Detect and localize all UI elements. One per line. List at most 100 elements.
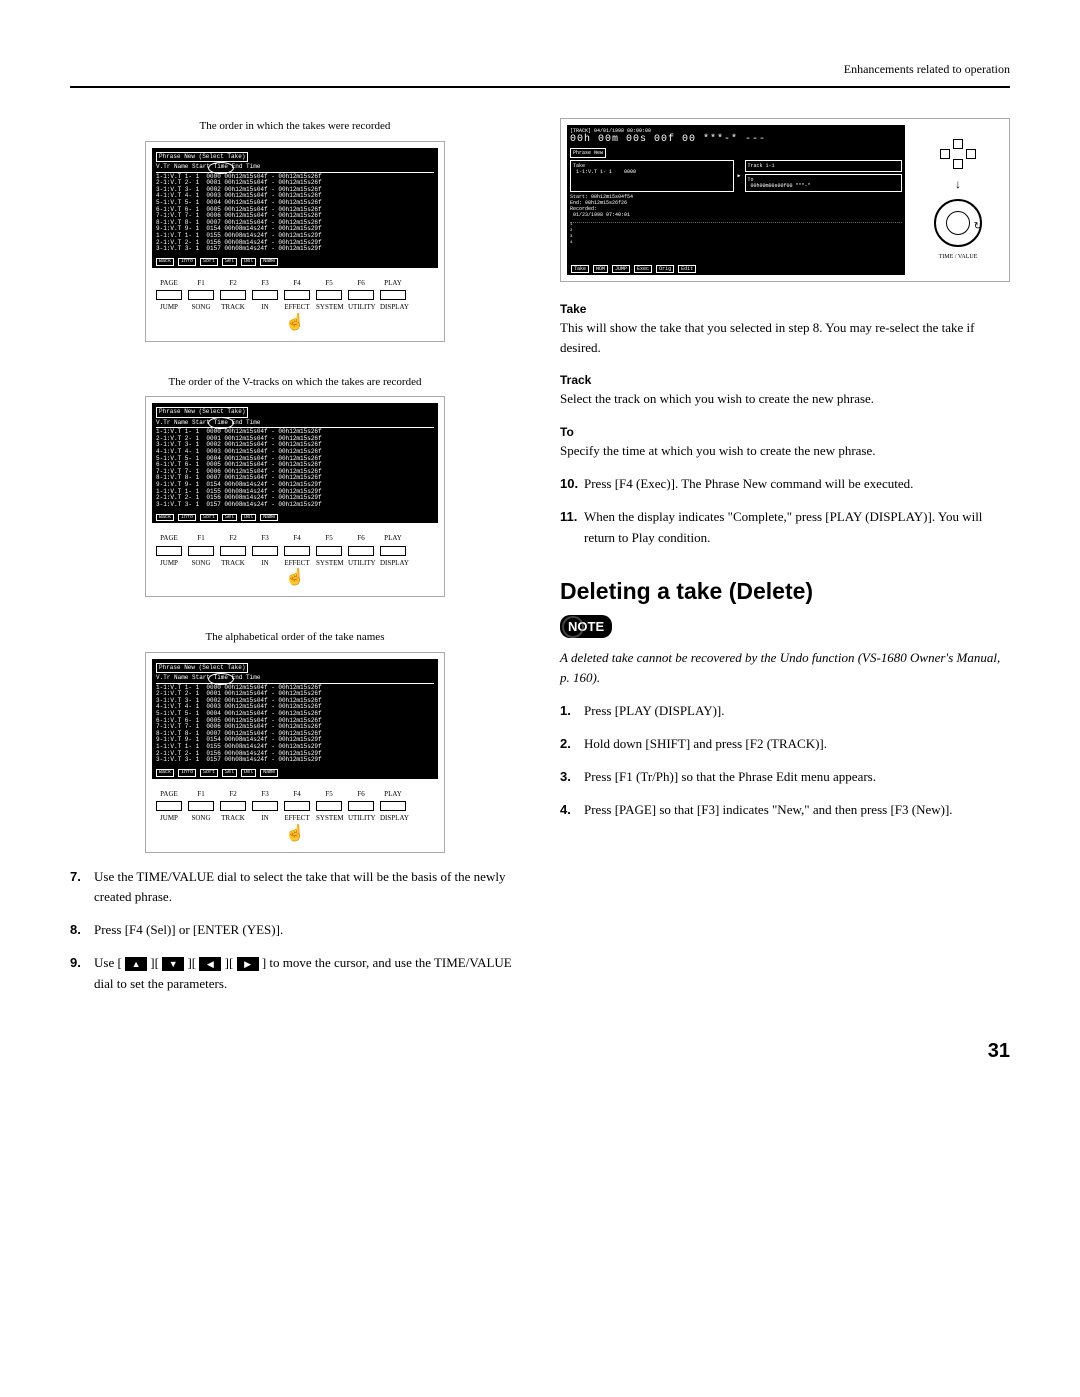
btn-label: UTILITY bbox=[348, 558, 374, 569]
jog-wheel-icon: ↻ bbox=[934, 199, 982, 247]
btn-label: SYSTEM bbox=[316, 813, 342, 824]
lcd-column-headers: V.Tr Name Start Time End Time bbox=[156, 675, 434, 684]
delete-steps: Press [PLAY (DISPLAY)]. Hold down [SHIFT… bbox=[560, 701, 1010, 820]
lcd-title: Phrase New bbox=[570, 148, 606, 158]
hardware-buttons: PAGEJUMP F1SONG F2TRACK F3IN F4EFFECT F5… bbox=[152, 789, 438, 824]
page-button bbox=[156, 290, 182, 300]
cursor-left-icon: ◀ bbox=[199, 957, 221, 971]
btn-label: F5 bbox=[316, 533, 342, 544]
to-box: To 00h00m00s00f00 ***-* bbox=[745, 174, 903, 192]
page-number: 31 bbox=[70, 1036, 1010, 1066]
delete-step-1: Press [PLAY (DISPLAY)]. bbox=[560, 701, 1010, 722]
btn-label: PAGE bbox=[156, 789, 182, 800]
figure-a-caption: The order in which the takes were record… bbox=[70, 118, 520, 135]
lcd-screen-c: Phrase New (Select Take) V.Tr Name Start… bbox=[152, 659, 438, 779]
track-label: 2 bbox=[570, 229, 572, 234]
btn-label: UTILITY bbox=[348, 302, 374, 313]
bracket: ][ bbox=[187, 955, 196, 970]
page-button bbox=[156, 546, 182, 556]
page-button bbox=[156, 801, 182, 811]
f4-button bbox=[284, 546, 310, 556]
lcd-soft-buttons: Back Info Sort Sel Del Name bbox=[156, 769, 434, 777]
soft-btn: Name bbox=[260, 769, 278, 777]
f2-button bbox=[220, 801, 246, 811]
step-8: Press [F4 (Sel)] or [ENTER (YES)]. bbox=[70, 920, 520, 941]
jog-label: TIME / VALUE bbox=[939, 253, 978, 262]
step-7: Use the TIME/VALUE dial to select the ta… bbox=[70, 867, 520, 909]
soft-btn: Take bbox=[571, 265, 589, 273]
btn-label: TRACK bbox=[220, 813, 246, 824]
sort-indicator-circle bbox=[208, 417, 234, 429]
term-take-head: Take bbox=[560, 300, 1010, 318]
cursor-right-icon bbox=[966, 149, 976, 159]
figure-c: Phrase New (Select Take) V.Tr Name Start… bbox=[145, 652, 445, 853]
btn-label: PLAY bbox=[380, 278, 406, 289]
btn-label: F2 bbox=[220, 533, 246, 544]
lcd-soft-buttons: Take NOM JUMP Exec Orig Edit bbox=[571, 265, 901, 273]
btn-label: JUMP bbox=[156, 558, 182, 569]
soft-btn: Del bbox=[241, 514, 256, 522]
recorded-time: Recorded: 01/23/1998 07:40:01 bbox=[570, 206, 902, 218]
lcd-title: Phrase New (Select Take) bbox=[156, 663, 248, 674]
f5-button bbox=[316, 290, 342, 300]
rotate-arrow-icon: ↻ bbox=[974, 219, 982, 234]
btn-label: PAGE bbox=[156, 278, 182, 289]
btn-label: IN bbox=[252, 558, 278, 569]
f3-button bbox=[252, 801, 278, 811]
btn-label: PLAY bbox=[380, 533, 406, 544]
bracket: ][ bbox=[225, 955, 234, 970]
lcd-row: 3-1:V.T 3- 1 0157 00h08m14s24f - 00h12m1… bbox=[156, 757, 434, 764]
step-10: Press [F4 (Exec)]. The Phrase New comman… bbox=[560, 474, 1010, 495]
btn-label: SYSTEM bbox=[316, 302, 342, 313]
term-to-head: To bbox=[560, 423, 1010, 441]
track-label: 4 bbox=[570, 241, 572, 246]
f4-button bbox=[284, 290, 310, 300]
hand-pointer-icon: ☝ bbox=[152, 311, 438, 335]
soft-btn: Back bbox=[156, 258, 174, 266]
soft-btn: Info bbox=[178, 769, 196, 777]
btn-label: IN bbox=[252, 813, 278, 824]
btn-label: DISPLAY bbox=[380, 302, 406, 313]
lcd-soft-buttons: Back Info Sort Sel Del Name bbox=[156, 514, 434, 522]
btn-label: PAGE bbox=[156, 533, 182, 544]
f6-button bbox=[348, 546, 374, 556]
btn-label: F1 bbox=[188, 278, 214, 289]
right-column: [TRACK] 04/01/1998 00:00:00 00h 00m 00s … bbox=[560, 118, 1010, 1006]
btn-label: F3 bbox=[252, 278, 278, 289]
soft-btn: JUMP bbox=[612, 265, 630, 273]
soft-btn: Edit bbox=[678, 265, 696, 273]
f2-button bbox=[220, 546, 246, 556]
btn-label: F6 bbox=[348, 278, 374, 289]
header-rule bbox=[70, 86, 1010, 88]
term-to-body: Specify the time at which you wish to cr… bbox=[560, 441, 1010, 461]
take-box: Take 1-1:V.T 1- 1 0000 bbox=[570, 160, 734, 192]
cursor-down-icon bbox=[953, 159, 963, 169]
soft-btn: Back bbox=[156, 514, 174, 522]
soft-btn: Info bbox=[178, 514, 196, 522]
btn-label: F4 bbox=[284, 533, 310, 544]
btn-label: SONG bbox=[188, 558, 214, 569]
btn-label: DISPLAY bbox=[380, 813, 406, 824]
btn-label: SYSTEM bbox=[316, 558, 342, 569]
cursor-right-icon: ▶ bbox=[237, 957, 259, 971]
soft-btn: Exec bbox=[634, 265, 652, 273]
soft-btn: Info bbox=[178, 258, 196, 266]
step-11: When the display indicates "Complete," p… bbox=[560, 507, 1010, 549]
cursor-up-icon: ▲ bbox=[125, 957, 147, 971]
lcd-title: Phrase New (Select Take) bbox=[156, 407, 248, 418]
track-box: Track 1-1 bbox=[745, 160, 903, 172]
btn-label: UTILITY bbox=[348, 813, 374, 824]
lcd-phrase-new: [TRACK] 04/01/1998 00:00:00 00h 00m 00s … bbox=[567, 125, 905, 275]
term-take-body: This will show the take that you selecte… bbox=[560, 318, 1010, 357]
lcd-row: 3-1:V.T 3- 1 0157 00h08m14s24f - 00h12m1… bbox=[156, 502, 434, 509]
f1-button bbox=[188, 290, 214, 300]
delete-step-3: Press [F1 (Tr/Ph)] so that the Phrase Ed… bbox=[560, 767, 1010, 788]
soft-btn: Sel bbox=[222, 769, 237, 777]
track-label: 1 bbox=[570, 223, 572, 228]
lcd-row: 3-1:V.T 3- 1 0157 00h08m14s24f - 00h12m1… bbox=[156, 246, 434, 253]
note-badge: NOTE bbox=[560, 615, 612, 639]
f6-button bbox=[348, 801, 374, 811]
btn-label: PLAY bbox=[380, 789, 406, 800]
f3-button bbox=[252, 290, 278, 300]
lcd-timecode: 00h 00m 00s 00f 00 ***-* --- bbox=[570, 134, 902, 146]
